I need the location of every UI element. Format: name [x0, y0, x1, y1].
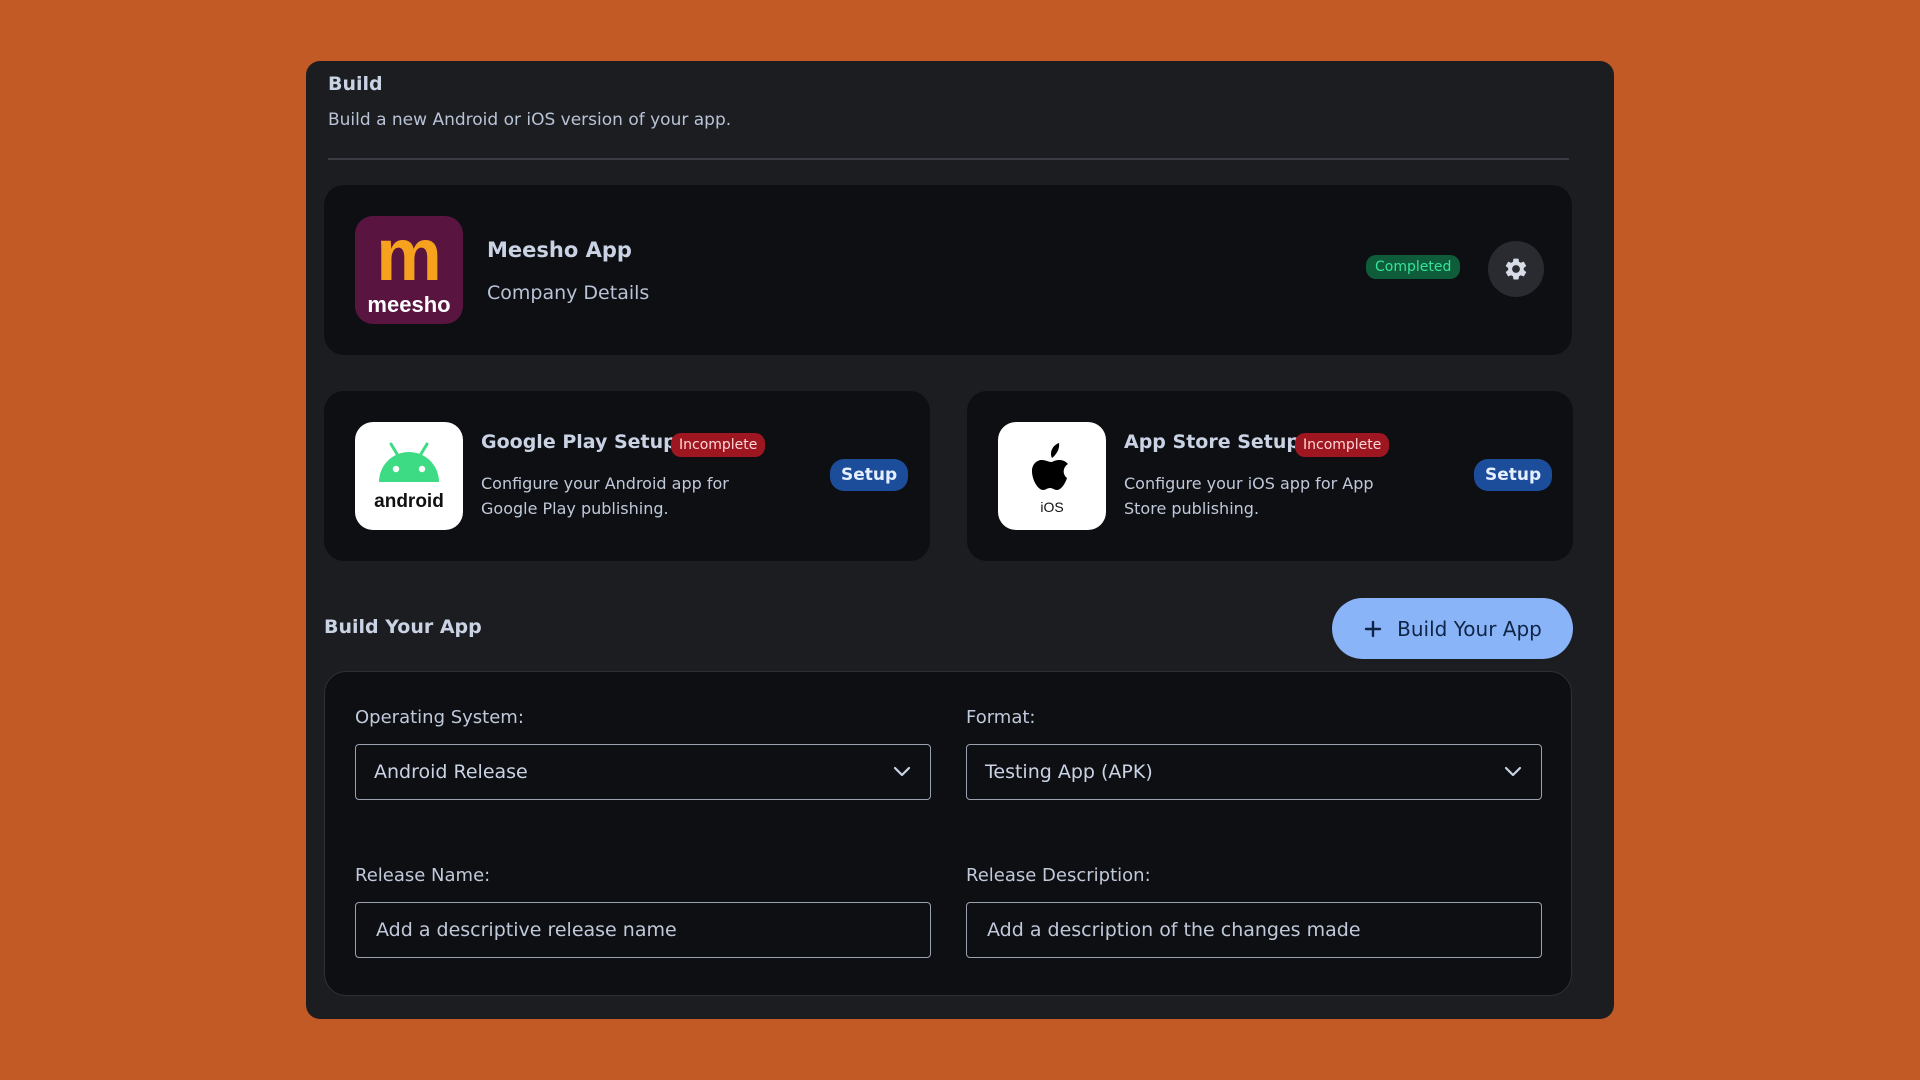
gear-icon [1505, 258, 1527, 280]
app-store-description: Configure your iOS app for App Store pub… [1124, 474, 1374, 518]
page-subtitle: Build a new Android or iOS version of yo… [328, 110, 732, 130]
google-play-setup-card: android Google Play Setup Incomplete Con… [324, 391, 930, 561]
release-name-field[interactable] [355, 902, 931, 958]
release-description-label: Release Description: [966, 865, 1151, 886]
release-name-label: Release Name: [355, 865, 491, 886]
meesho-logo: m meesho [355, 216, 463, 324]
app-store-title: App Store Setup [1124, 431, 1300, 453]
app-name: Meesho App [487, 238, 632, 262]
android-logo: android [355, 422, 463, 530]
format-select[interactable]: Testing App (APK) [966, 744, 1542, 800]
status-badge-completed: Completed [1366, 255, 1461, 279]
format-label: Format: [966, 707, 1036, 728]
google-play-title: Google Play Setup [481, 431, 677, 453]
svg-text:meesho: meesho [367, 292, 450, 317]
ios-logo: iOS [998, 422, 1106, 530]
header-divider [328, 158, 1569, 160]
app-card: m meesho Meesho App Company Details Comp… [324, 185, 1572, 355]
app-store-setup-button[interactable]: Setup [1474, 459, 1553, 491]
release-name-input[interactable] [374, 918, 912, 942]
settings-button[interactable] [1488, 241, 1544, 297]
format-select-value: Testing App (APK) [985, 761, 1153, 783]
release-description-input[interactable] [985, 918, 1523, 942]
svg-text:iOS: iOS [1040, 499, 1063, 515]
google-play-setup-button[interactable]: Setup [830, 459, 909, 491]
build-form: Operating System: Android Release Format… [324, 671, 1572, 996]
chevron-down-icon [893, 766, 911, 777]
status-badge-incomplete: Incomplete [1295, 433, 1390, 457]
os-select[interactable]: Android Release [355, 744, 931, 800]
build-your-app-button[interactable]: Build Your App [1332, 598, 1573, 659]
release-description-field[interactable] [966, 902, 1542, 958]
apple-icon [1050, 443, 1060, 458]
app-store-setup-card: iOS App Store Setup Incomplete Configure… [967, 391, 1573, 561]
os-label: Operating System: [355, 707, 524, 728]
build-section-title: Build Your App [324, 616, 482, 638]
chevron-down-icon [1504, 766, 1522, 777]
build-panel: Build Build a new Android or iOS version… [306, 61, 1614, 1019]
svg-text:m: m [376, 216, 442, 296]
plus-icon [1364, 620, 1382, 637]
page-title: Build [328, 73, 383, 95]
status-badge-incomplete: Incomplete [671, 433, 766, 457]
company-details-link[interactable]: Company Details [487, 282, 649, 304]
build-button-label: Build Your App [1397, 616, 1542, 641]
google-play-description: Configure your Android app for Google Pl… [481, 474, 729, 518]
os-select-value: Android Release [374, 761, 528, 783]
svg-text:android: android [374, 491, 444, 512]
